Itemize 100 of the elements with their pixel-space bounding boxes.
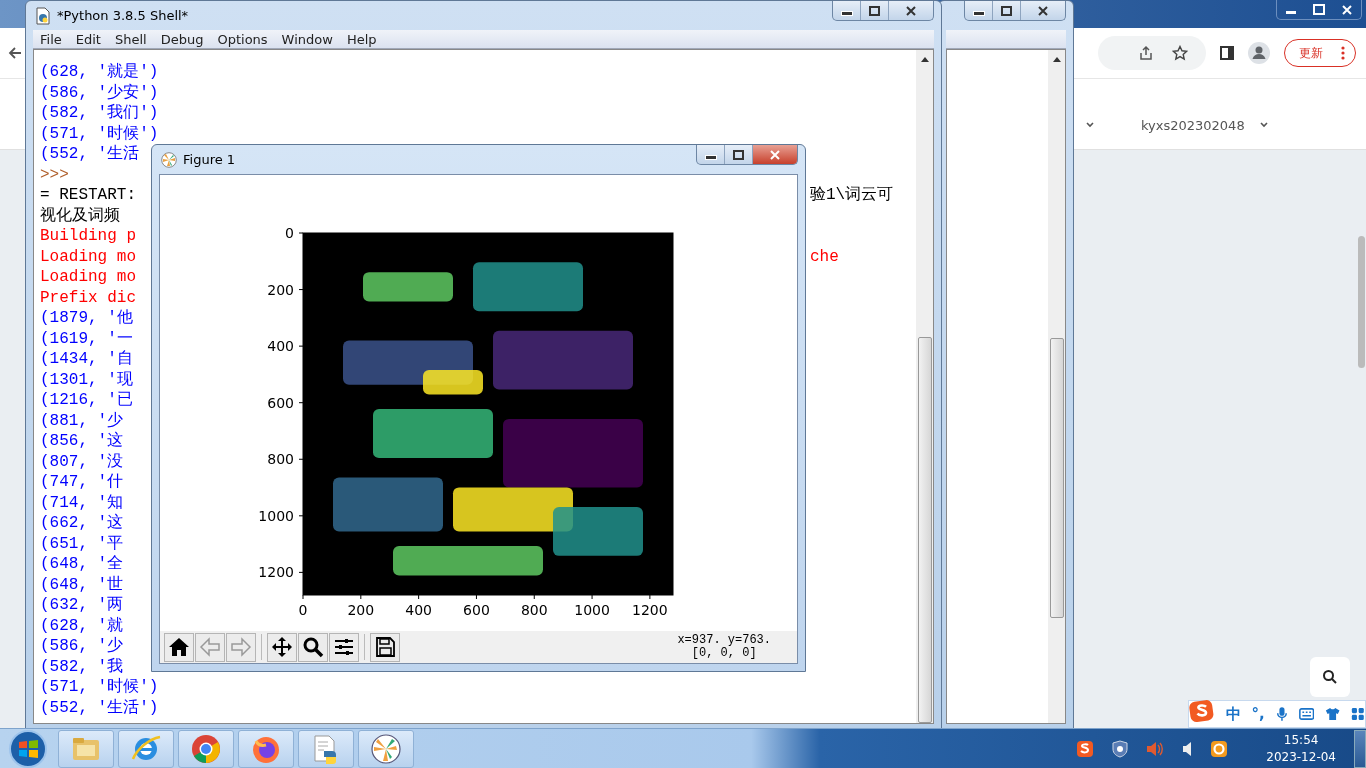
scrollbar-thumb[interactable] xyxy=(1049,338,1064,618)
browser-logo-icon[interactable] xyxy=(190,732,222,765)
console-line: (881, '少 xyxy=(40,410,124,431)
ring-icon[interactable] xyxy=(1210,739,1229,758)
menu-item[interactable]: Help xyxy=(339,31,384,47)
tick-label: 200 xyxy=(267,281,294,298)
console-line: (1301, '现 xyxy=(40,369,133,390)
pan-button[interactable] xyxy=(267,632,297,662)
speaker-icon[interactable] xyxy=(1182,740,1193,757)
console-line: (582, '我 xyxy=(40,656,124,677)
console-line: >>> xyxy=(40,164,69,185)
caret-icon[interactable] xyxy=(1085,120,1095,130)
keyboard-icon[interactable] xyxy=(1298,707,1315,721)
home-icon xyxy=(168,636,190,658)
zoom-button[interactable] xyxy=(298,632,328,662)
scroll-up-icon[interactable] xyxy=(920,56,929,62)
profile-icon[interactable] xyxy=(1248,42,1270,64)
scroll-up-icon[interactable] xyxy=(1052,56,1061,62)
punctuation-toggle[interactable]: °, xyxy=(1251,705,1265,723)
caret-icon xyxy=(1258,120,1269,130)
console-line: (571, '时候') xyxy=(40,123,159,144)
console-line: 视化及词频 xyxy=(40,205,120,226)
address-bar[interactable] xyxy=(1098,36,1206,70)
close-icon xyxy=(906,5,916,16)
console-line: Loading mo xyxy=(40,246,136,267)
tick-label: 1000 xyxy=(574,602,610,618)
menu-item[interactable]: Window xyxy=(274,31,340,47)
chart-app-icon[interactable] xyxy=(370,732,402,765)
console-line: 验1\词云可 xyxy=(810,185,894,206)
tick-label: 200 xyxy=(347,602,375,618)
microphone-icon[interactable] xyxy=(1275,705,1288,723)
back-icon xyxy=(199,636,221,658)
forward-icon xyxy=(230,636,252,658)
tick-label: 1200 xyxy=(258,564,294,581)
console-line: (628, '就是') xyxy=(40,62,159,83)
tick-label: 0 xyxy=(285,225,294,241)
console-line: Prefix dic xyxy=(40,287,136,308)
save-button[interactable] xyxy=(370,632,400,662)
tick-label: 400 xyxy=(405,602,432,618)
tick-label: 800 xyxy=(267,451,294,468)
close-icon xyxy=(1342,4,1352,15)
python-file-icon xyxy=(35,6,51,25)
console-line: (632, '两 xyxy=(40,595,124,616)
console-line: (552, '生活 xyxy=(40,144,140,165)
star-icon[interactable] xyxy=(1172,45,1188,61)
console-line: (648, '全 xyxy=(40,554,124,575)
close-button[interactable] xyxy=(753,145,797,164)
console-line: (552, '生活') xyxy=(40,697,159,718)
back-arrow-icon[interactable] xyxy=(8,46,22,60)
shirt-icon[interactable] xyxy=(1325,706,1341,722)
menu-item[interactable]: Shell xyxy=(107,31,154,47)
shield-icon[interactable] xyxy=(1112,739,1129,758)
console-line: (714, '知 xyxy=(40,492,124,513)
s-logo-icon[interactable] xyxy=(1189,697,1215,725)
update-button[interactable]: 更新 xyxy=(1284,39,1356,67)
console-line: (648, '世 xyxy=(40,574,124,595)
pixel-value: [0, 0, 0] xyxy=(691,647,757,660)
tick-label: 1200 xyxy=(632,602,668,618)
console-line: (651, '平 xyxy=(40,533,124,554)
tick-label: 400 xyxy=(267,338,294,355)
tick-label: 0 xyxy=(298,602,308,618)
pan-icon xyxy=(271,636,293,658)
console-line: (1879, '他 xyxy=(40,308,133,329)
console-line: (582, '我们') xyxy=(40,103,159,124)
start-button[interactable] xyxy=(8,728,48,768)
side-panel-icon[interactable] xyxy=(1220,46,1234,60)
show-desktop-button[interactable] xyxy=(1354,729,1366,768)
console-line: (586, '少安') xyxy=(40,82,159,103)
console-line: (1434, '自 xyxy=(40,349,133,370)
search-button[interactable] xyxy=(1310,657,1350,697)
home-button[interactable] xyxy=(164,632,194,662)
close-icon xyxy=(1038,5,1048,16)
grid-icon[interactable] xyxy=(1351,706,1365,722)
share-icon[interactable] xyxy=(1138,45,1154,61)
scrollbar-thumb[interactable] xyxy=(917,337,932,723)
menu-item[interactable]: Debug xyxy=(153,31,211,47)
search-icon xyxy=(1322,669,1338,685)
input-mode-toggle[interactable]: 中 xyxy=(1225,704,1241,724)
window-title: *Python 3.8.5 Shell* xyxy=(57,8,189,23)
menu-item[interactable]: File xyxy=(33,31,69,47)
scrollbar-thumb[interactable] xyxy=(1358,236,1365,368)
console-line: (807, '没 xyxy=(40,451,124,472)
console-line: (662, '这 xyxy=(40,513,124,534)
more-icon xyxy=(1341,46,1345,60)
console-line: (586, '少 xyxy=(40,636,124,657)
tick-label: 600 xyxy=(463,602,490,618)
menu-item[interactable]: Options xyxy=(210,31,275,47)
subplots-button[interactable] xyxy=(329,632,359,662)
clock-date[interactable]: 2023-12-04 xyxy=(1266,748,1336,766)
tick-label: 800 xyxy=(520,602,548,618)
subplots-icon xyxy=(333,636,355,658)
nav-menu-item[interactable]: kyxs202302048 xyxy=(1141,117,1269,133)
console-line: (1216, '已 xyxy=(40,390,133,411)
clock-time[interactable]: 15:54 xyxy=(1283,731,1319,749)
menu-item[interactable]: Edit xyxy=(68,31,108,47)
s-logo-icon[interactable] xyxy=(1076,739,1095,758)
zoom-icon xyxy=(302,636,324,658)
app-icon xyxy=(161,151,177,168)
console-line: (747, '什 xyxy=(40,472,124,493)
console-line: (571, '时候') xyxy=(40,677,159,698)
